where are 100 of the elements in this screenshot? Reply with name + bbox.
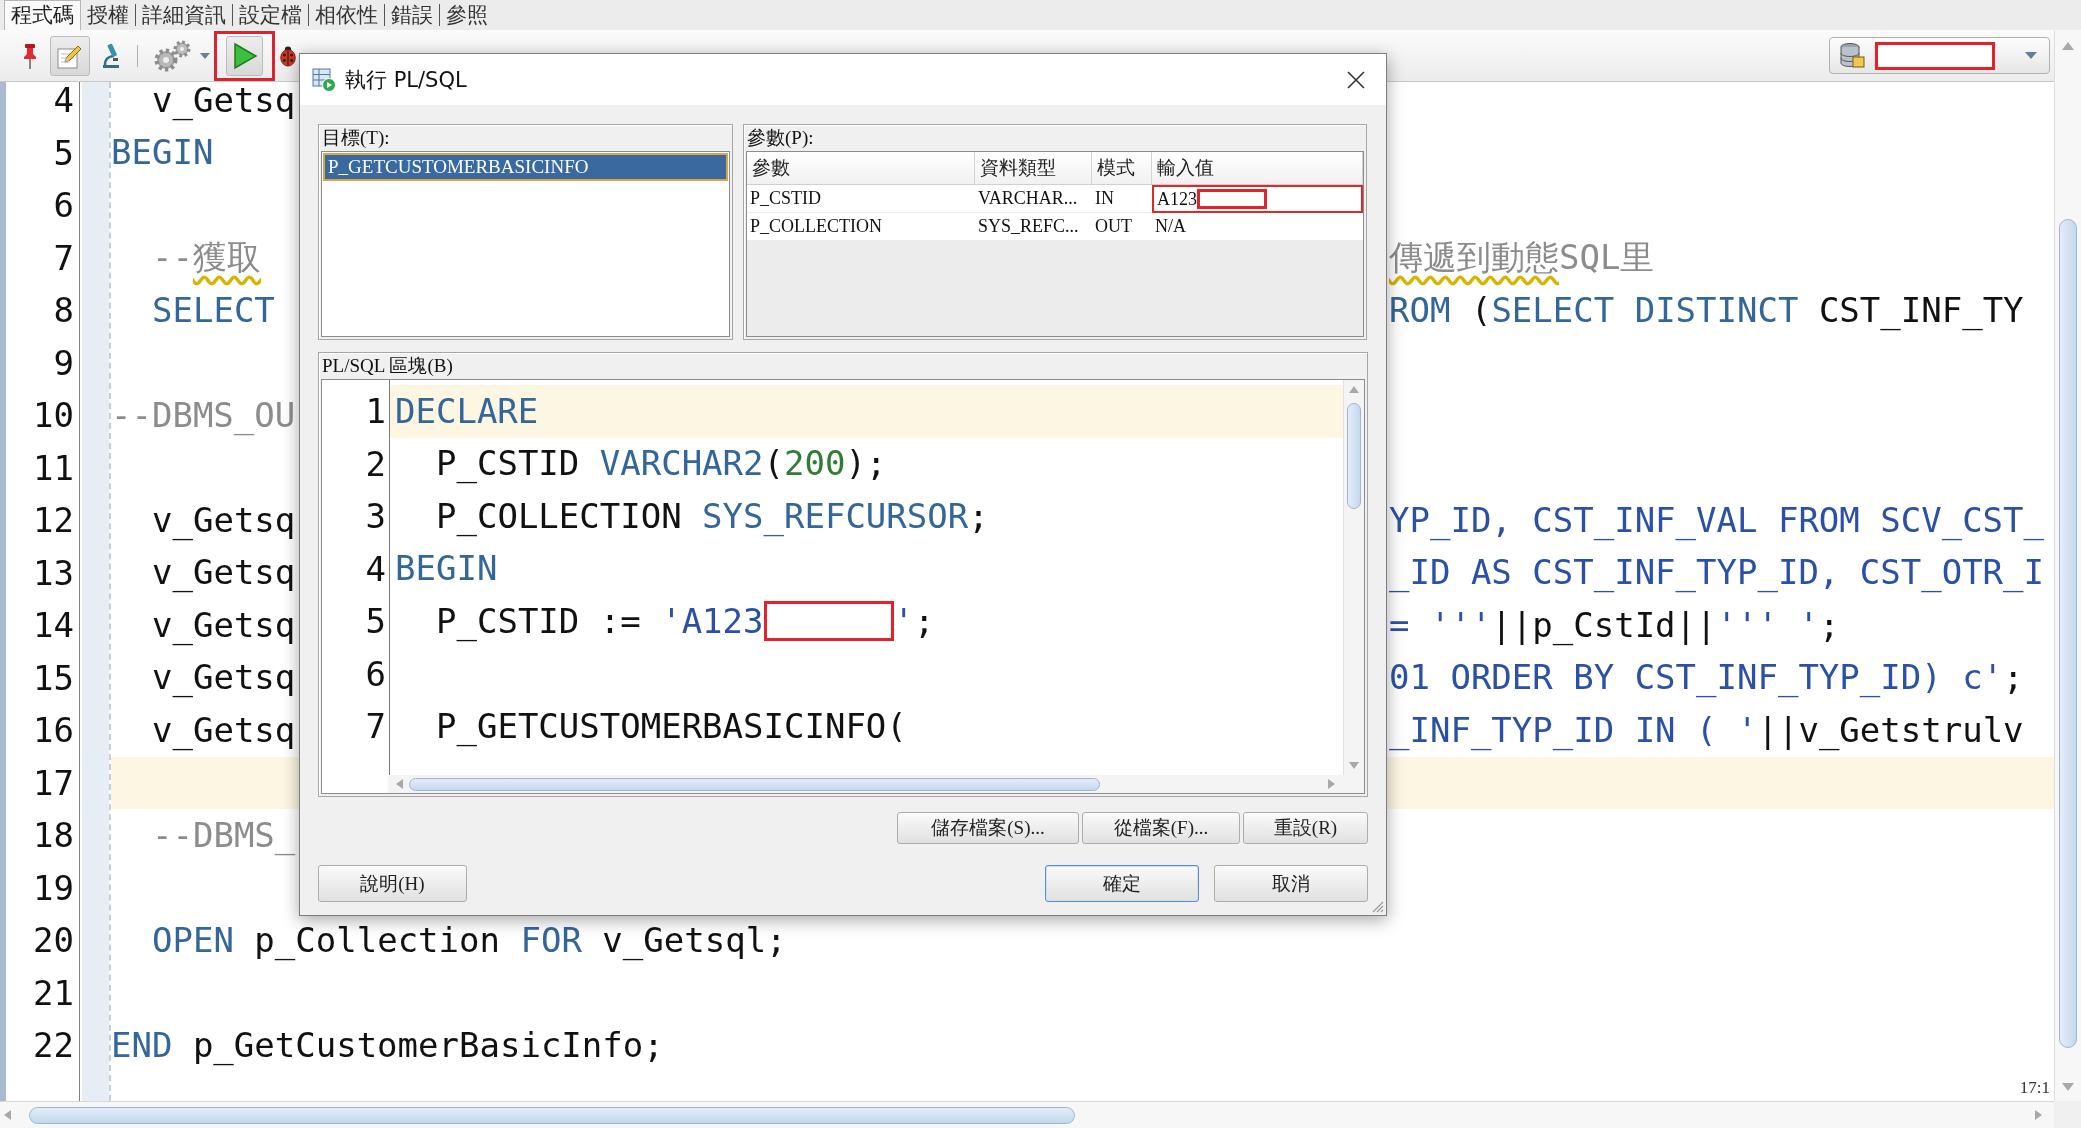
caret-position: 17:1: [2019, 1078, 2050, 1098]
column-header: 參數: [747, 152, 975, 185]
line-number: 9: [53, 342, 74, 383]
code-text: _INF_TYP_ID IN ( '||v_Getstrulv: [1389, 709, 2024, 751]
tab[interactable]: 錯誤: [384, 4, 439, 26]
line-number: 22: [33, 1025, 74, 1066]
input-field[interactable]: N/A: [1152, 213, 1363, 240]
line-number: 19: [33, 867, 74, 908]
dialog-button[interactable]: 取消: [1214, 865, 1368, 902]
right-arrow-icon: [2035, 1110, 2042, 1120]
line-number: 1: [365, 391, 386, 432]
caret-icon: [200, 52, 210, 59]
left-arrow-icon: [4, 1110, 11, 1120]
database-icon: [1838, 41, 1866, 70]
table-cell: P_COLLECTION: [747, 213, 975, 241]
code-text: YP_ID, CST_INF_VAL FROM SCV_CST_: [1389, 499, 2045, 541]
code-text: ';: [893, 600, 935, 642]
input-field[interactable]: A123: [1154, 187, 1361, 211]
panel-label: 參數(P):: [746, 126, 814, 150]
line-number: 6: [365, 653, 386, 694]
code-text: v_Getsq: [152, 552, 296, 594]
code-editor[interactable]: 1 DECLARE 2 P_CSTID VARCHAR2(200); 3 P_COLLECTION SYS_REFCURSOR; 4 BEGIN 5 P_CSTID := 'A123 '; 6 7 P_GETCUSTOMERBASICINFO(: [321, 379, 1365, 794]
tab[interactable]: 設定檔: [232, 4, 308, 26]
line-number: 5: [53, 132, 74, 173]
microscope-icon: [101, 42, 121, 69]
code-text: 傳遞到動態SQL里: [1389, 237, 1655, 279]
scrollbar[interactable]: [1343, 380, 1364, 775]
code-text: ROM (SELECT DISTINCT CST_INF_TY: [1389, 289, 2024, 331]
tab[interactable]: 授權: [81, 4, 135, 26]
column-header: 資料類型: [975, 152, 1092, 185]
line-number: 18: [33, 815, 74, 856]
code-text: v_Getsq: [152, 82, 296, 121]
line-number: 6: [53, 185, 74, 226]
panel-label: PL/SQL 區塊(B): [321, 354, 453, 378]
line-number: 15: [33, 657, 74, 698]
scrollbar[interactable]: [2054, 30, 2081, 1101]
scrollbar-corner: [2054, 1101, 2081, 1128]
line-number: 20: [33, 920, 74, 961]
code-text: --DBMS_: [152, 814, 296, 856]
dialog-button[interactable]: 重設(R): [1243, 812, 1368, 844]
dialog-button[interactable]: 確定: [1045, 865, 1199, 902]
redaction-box: [1197, 189, 1267, 209]
line-number: 4: [53, 82, 74, 121]
code-text: --獲取: [152, 237, 261, 279]
code-text: BEGIN: [395, 548, 498, 590]
line-number: 3: [365, 496, 386, 537]
line-number: 5: [365, 601, 386, 642]
code-text: P_CSTID := 'A123: [436, 600, 764, 642]
resize-grip-icon: [1372, 901, 1384, 913]
line-number: 7: [365, 706, 386, 747]
right-arrow-icon: [1328, 779, 1335, 789]
line-number: 13: [33, 552, 74, 593]
help-button[interactable]: 說明(H): [318, 865, 467, 902]
tab[interactable]: 詳細資訊: [135, 4, 232, 26]
down-arrow-icon: [1349, 762, 1359, 769]
code-text: SELECT: [152, 289, 275, 331]
line-number: 17: [33, 762, 74, 803]
target-list[interactable]: P_GETCUSTOMERBASICINFO: [321, 151, 730, 337]
line-number: 4: [365, 548, 386, 589]
dialog-button[interactable]: 從檔案(F)...: [1082, 812, 1240, 844]
dialog-title: 執行 PL/SQL: [345, 66, 467, 94]
code-text: P_GETCUSTOMERBASICINFO(: [436, 705, 907, 747]
column-header: 模式: [1092, 152, 1152, 185]
scrollbar[interactable]: [388, 775, 1343, 793]
scrollbar-thumb[interactable]: [1347, 403, 1361, 509]
line-number: 7: [53, 237, 74, 278]
scrollbar-thumb[interactable]: [29, 1106, 1075, 1124]
code-text: END p_GetCustomerBasicInfo;: [111, 1024, 664, 1066]
code-text: v_Getsq: [152, 604, 296, 646]
up-arrow-icon: [2062, 42, 2074, 50]
scrollbar-thumb[interactable]: [409, 777, 1100, 791]
up-arrow-icon: [1349, 386, 1359, 393]
column-header: 輸入值: [1152, 152, 1363, 185]
list-item[interactable]: P_GETCUSTOMERBASICINFO: [323, 153, 728, 181]
table-cell: IN: [1092, 185, 1152, 213]
line-number: 11: [33, 447, 74, 488]
scrollbar[interactable]: [0, 1101, 2054, 1128]
tab[interactable]: 參照: [439, 4, 494, 26]
code-text: = '''||p_CstId||''' ';: [1389, 604, 1840, 646]
code-text: v_Getsq: [152, 709, 296, 751]
left-arrow-icon: [396, 779, 403, 789]
play-icon: [231, 41, 258, 70]
tab[interactable]: 程式碼: [4, 0, 81, 30]
code-text: v_Getsq: [152, 499, 296, 541]
scrollbar-thumb[interactable]: [2059, 219, 2077, 1048]
table-cell: OUT: [1092, 213, 1152, 241]
code-text: P_CSTID VARCHAR2(200);: [436, 443, 887, 485]
code-text: --DBMS_OU: [111, 394, 296, 436]
dialog-button[interactable]: 儲存檔案(S)...: [897, 812, 1079, 844]
line-number: 14: [33, 605, 74, 646]
connection-dropdown[interactable]: [1829, 37, 2050, 74]
code-text: BEGIN: [111, 132, 214, 174]
table-play-icon: [312, 67, 336, 92]
tab[interactable]: 相依性: [308, 4, 384, 26]
code-text: OPEN p_Collection FOR v_Getsql;: [152, 919, 787, 961]
line-number: 8: [53, 290, 74, 331]
code-text: _ID AS CST_INF_TYP_ID, CST_OTR_I: [1389, 552, 2045, 594]
table-cell: P_CSTID: [747, 185, 975, 213]
table-cell: VARCHAR...: [975, 185, 1092, 213]
panel-label: 目標(T):: [321, 126, 390, 150]
